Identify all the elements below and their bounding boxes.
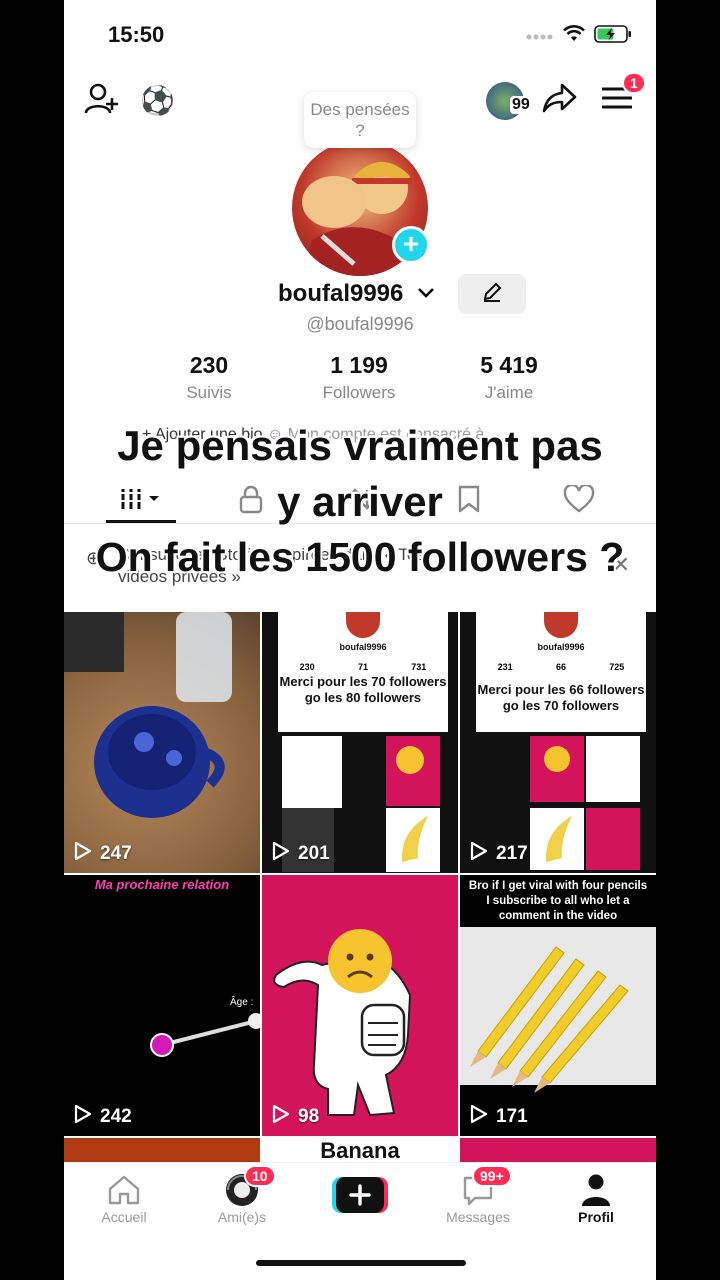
view-count-value: 201 xyxy=(298,843,330,864)
username[interactable]: boufal9996 xyxy=(278,280,403,308)
profile-icon xyxy=(581,1173,611,1210)
friend-avatar[interactable]: 99 xyxy=(486,82,532,120)
soccer-ball-icon[interactable]: ⚽ xyxy=(140,84,175,117)
mini-username: boufal9996 xyxy=(537,642,585,652)
stat-likes[interactable]: 5 419 J'aime xyxy=(444,352,574,403)
mini-stats: 230 71 731 xyxy=(278,662,448,672)
video-thumbnail[interactable]: boufal9996 231 66 725 Merci pour les 66 … xyxy=(460,612,656,873)
mini-profile: boufal9996 230 71 731 Merci pour les 70 … xyxy=(278,612,448,732)
nav-label: Ami(e)s xyxy=(217,1209,267,1225)
view-count: 217 xyxy=(470,841,528,867)
mini-caption: Merci pour les 66 followers go les 70 fo… xyxy=(477,682,645,713)
video-thumbnail[interactable]: Bro if I get viral with four pencils I s… xyxy=(460,875,656,1136)
video-grid-next-row: Banana xyxy=(64,1138,656,1162)
stat-value: 1 199 xyxy=(330,352,388,378)
stat-followers[interactable]: 1 199 Followers xyxy=(294,352,424,403)
thought-bubble[interactable]: Des pensées ? xyxy=(304,92,416,148)
stat-following[interactable]: 230 Suivis xyxy=(144,352,274,403)
mini-stats: 231 66 725 xyxy=(476,662,646,672)
stat-value: 230 xyxy=(189,352,229,378)
video-thumbnail[interactable]: 98 xyxy=(262,875,458,1136)
share-icon[interactable] xyxy=(542,82,578,114)
friends-badge: 10 xyxy=(244,1165,276,1187)
play-icon xyxy=(470,1104,488,1130)
view-count-value: 171 xyxy=(496,1106,528,1127)
thought-bubble-text: Des pensées ? xyxy=(310,100,410,140)
overlay-caption-line-2: y arriver xyxy=(277,478,443,525)
view-count: 171 xyxy=(470,1104,528,1130)
overlay-caption-line-1: Je pensais vraiment pas xyxy=(117,422,603,469)
play-icon xyxy=(74,1104,92,1130)
view-count-value: 98 xyxy=(298,1106,320,1127)
video-thumbnail[interactable] xyxy=(64,1138,260,1162)
play-icon xyxy=(74,841,92,867)
messages-badge: 99+ xyxy=(472,1165,512,1187)
pencil-icon xyxy=(481,281,503,308)
view-count: 247 xyxy=(74,841,132,867)
friend-count-label: 99 xyxy=(510,96,532,114)
nav-profile[interactable]: Profil xyxy=(546,1173,646,1225)
video-thumbnail[interactable] xyxy=(460,1138,656,1162)
mini-caption: Merci pour les 70 followers go les 80 fo… xyxy=(279,674,447,705)
battery-icon xyxy=(594,24,632,49)
chevron-down-icon[interactable] xyxy=(416,282,436,307)
status-icons xyxy=(526,24,632,49)
stat-label: Followers xyxy=(322,383,396,402)
signal-icon xyxy=(526,28,554,46)
video-thumbnail[interactable]: boufal9996 230 71 731 Merci pour les 70 … xyxy=(262,612,458,873)
mini-stat: 731 xyxy=(411,662,427,672)
clock: 15:50 xyxy=(108,22,165,47)
mini-stat: 725 xyxy=(609,662,625,672)
play-icon xyxy=(470,841,488,867)
mini-username: boufal9996 xyxy=(339,642,387,652)
profile-stats: 230 Suivis 1 199 Followers 5 419 J'aime xyxy=(144,352,574,403)
view-count-value: 247 xyxy=(100,843,132,864)
video-thumbnail[interactable]: Banana xyxy=(262,1138,458,1162)
stat-value: 5 419 xyxy=(480,352,538,378)
view-count-value: 242 xyxy=(100,1106,132,1127)
mini-stat: 231 xyxy=(497,662,513,672)
wifi-icon xyxy=(562,25,586,48)
nav-label: Profil xyxy=(578,1209,614,1225)
add-friend-icon[interactable] xyxy=(84,82,120,116)
mini-stat: 66 xyxy=(555,662,566,672)
stat-label: J'aime xyxy=(484,383,534,402)
stat-label: Suivis xyxy=(186,383,232,402)
video-thumbnail[interactable]: 247 xyxy=(64,612,260,873)
status-bar: 15:50 xyxy=(64,0,656,70)
video-grid: 247 boufal9996 230 71 731 Merci pour les… xyxy=(64,612,656,1136)
home-icon xyxy=(107,1174,141,1209)
play-icon xyxy=(272,1104,290,1130)
view-count: 242 xyxy=(74,1104,132,1130)
mini-stat: 71 xyxy=(357,662,368,672)
video-title: Banana xyxy=(320,1138,400,1162)
view-count: 201 xyxy=(272,841,330,867)
video-thumbnail[interactable]: Ma prochaine relation Âge : 242 xyxy=(64,875,260,1136)
view-count-value: 217 xyxy=(496,843,528,864)
mini-profile: boufal9996 231 66 725 Merci pour les 66 … xyxy=(476,612,646,732)
phone-screen: 15:50 ⚽ 99 1 Des pensées ? + boufal9996 … xyxy=(64,0,656,1280)
nav-label: Accueil xyxy=(101,1209,147,1225)
home-indicator xyxy=(256,1260,466,1266)
user-handle: @boufal9996 xyxy=(306,314,414,334)
overlay-caption-line-3: On fait les 1500 followers ? xyxy=(95,534,625,580)
menu-badge: 1 xyxy=(622,72,646,94)
play-icon xyxy=(272,841,290,867)
create-button[interactable] xyxy=(332,1177,388,1213)
edit-profile-button[interactable] xyxy=(458,274,526,314)
nav-friends[interactable]: Ami(e)s xyxy=(192,1173,292,1225)
nav-label: Messages xyxy=(446,1209,510,1225)
add-story-button[interactable]: + xyxy=(392,226,430,264)
view-count: 98 xyxy=(272,1104,319,1130)
mini-stat: 230 xyxy=(299,662,315,672)
nav-home[interactable]: Accueil xyxy=(74,1173,174,1225)
